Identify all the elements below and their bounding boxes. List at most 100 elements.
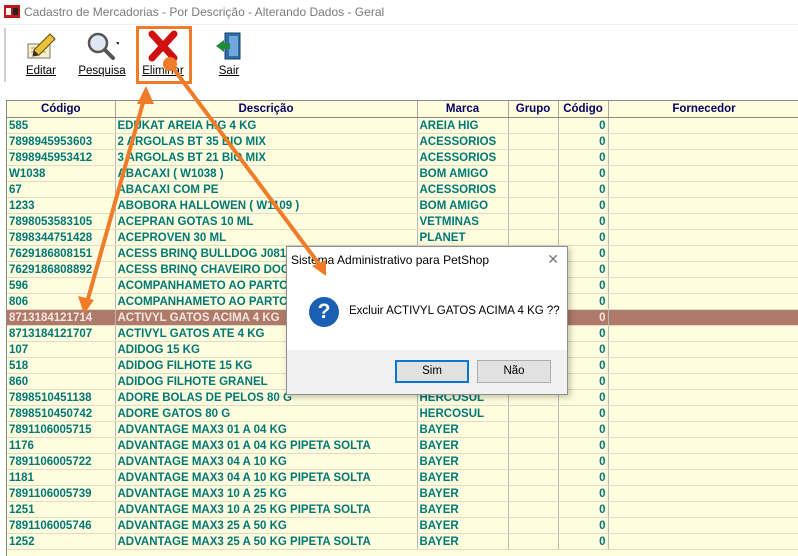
cell-fornecedor (608, 309, 798, 326)
cell-cod2: 0 (558, 181, 609, 198)
cell-fornecedor (608, 197, 798, 214)
cell-grupo (508, 117, 559, 134)
table-row[interactable]: 585 EDUKAT AREIA HIG 4 KG AREIA HIG 0 (7, 117, 798, 134)
cell-marca: HERCOSUL (417, 405, 509, 422)
cell-marca: ACESSORIOS (417, 149, 509, 166)
col-header-codigo-2[interactable]: Código (558, 101, 609, 118)
cell-grupo (508, 485, 559, 502)
table-row[interactable]: 1233 ABOBORA HALLOWEN ( W1109 ) BOM AMIGO 0 (7, 197, 798, 214)
cell-marca: AREIA HIG (417, 117, 509, 134)
table-row[interactable]: 67 ABACAXI COM PE ACESSORIOS 0 (7, 181, 798, 198)
cell-fornecedor (608, 277, 798, 294)
cell-fornecedor (608, 325, 798, 342)
cell-marca: PLANET (417, 229, 509, 246)
cell-codigo: 1176 (7, 437, 116, 454)
dialog-title: Sistema Administrativo para PetShop (291, 253, 490, 267)
dialog-title-bar: Sistema Administrativo para PetShop ✕ (287, 247, 567, 273)
pesquisa-button[interactable]: Pesquisa (74, 28, 130, 82)
edit-pencil-icon (27, 33, 56, 59)
cell-grupo (508, 469, 559, 486)
col-header-descricao[interactable]: Descrição (115, 101, 418, 118)
grid-header-row: Código Descrição Marca Grupo Código Forn… (7, 101, 798, 118)
cell-marca: BAYER (417, 501, 509, 518)
cell-descricao: ADVANTAGE MAX3 04 A 10 KG (115, 453, 418, 470)
editar-button[interactable]: Editar (16, 28, 66, 82)
cell-grupo (508, 133, 559, 150)
cell-fornecedor (608, 421, 798, 438)
cell-marca: ACESSORIOS (417, 181, 509, 198)
table-row[interactable]: 1251 ADVANTAGE MAX3 10 A 25 KG PIPETA SOL… (7, 501, 798, 518)
table-row[interactable]: 1176 ADVANTAGE MAX3 01 A 04 KG PIPETA SOL… (7, 437, 798, 454)
cell-codigo: 7629186808151 (7, 245, 116, 262)
table-row[interactable]: 1252 ADVANTAGE MAX3 25 A 50 KG PIPETA SOL… (7, 533, 798, 550)
cell-marca: BAYER (417, 421, 509, 438)
cell-cod2: 0 (558, 517, 609, 534)
cell-codigo: 1233 (7, 197, 116, 214)
cell-descricao: ADORE GATOS 80 G (115, 405, 418, 422)
cell-grupo (508, 421, 559, 438)
cell-grupo (508, 149, 559, 166)
table-row[interactable]: 7891106005715 ADVANTAGE MAX3 01 A 04 KG BA… (7, 421, 798, 438)
table-row[interactable]: 7898053583105 ACEPRAN GOTAS 10 ML VETMINAS… (7, 213, 798, 230)
col-header-marca[interactable]: Marca (417, 101, 509, 118)
cell-descricao: ABOBORA HALLOWEN ( W1109 ) (115, 197, 418, 214)
table-row[interactable]: 7891106005739 ADVANTAGE MAX3 10 A 25 KG BA… (7, 485, 798, 502)
col-header-codigo[interactable]: Código (7, 101, 116, 118)
close-icon[interactable]: ✕ (547, 251, 559, 268)
table-row[interactable]: 7891106005746 ADVANTAGE MAX3 25 A 50 KG BA… (7, 517, 798, 534)
table-row[interactable]: 7898344751428 ACEPROVEN 30 ML PLANET 0 (7, 229, 798, 246)
cell-codigo: 585 (7, 117, 116, 134)
cell-cod2: 0 (558, 117, 609, 134)
cell-cod2: 0 (558, 149, 609, 166)
cell-fornecedor (608, 373, 798, 390)
cell-codigo: 1181 (7, 469, 116, 486)
nao-button[interactable]: Não (477, 360, 551, 383)
col-header-fornecedor[interactable]: Fornecedor (608, 101, 798, 118)
cell-descricao: ADVANTAGE MAX3 25 A 50 KG (115, 517, 418, 534)
confirm-dialog: Sistema Administrativo para PetShop ✕ ? … (286, 246, 568, 395)
cell-marca: BOM AMIGO (417, 165, 509, 182)
cell-codigo: 806 (7, 293, 116, 310)
cell-marca: BAYER (417, 517, 509, 534)
table-row[interactable]: 1181 ADVANTAGE MAX3 04 A 10 KG PIPETA SOL… (7, 469, 798, 486)
col-header-grupo[interactable]: Grupo (508, 101, 559, 118)
cell-descricao: ACEPROVEN 30 ML (115, 229, 418, 246)
cell-descricao: ABACAXI ( W1038 ) (115, 165, 418, 182)
cell-codigo: 7898510450742 (7, 405, 116, 422)
cell-fornecedor (608, 357, 798, 374)
cell-descricao: ABACAXI COM PE (115, 181, 418, 198)
cell-fornecedor (608, 469, 798, 486)
cell-codigo: 7898945953412 (7, 149, 116, 166)
table-row[interactable]: 7891106005722 ADVANTAGE MAX3 04 A 10 KG BA… (7, 453, 798, 470)
cell-codigo: 7629186808892 (7, 261, 116, 278)
cell-grupo (508, 229, 559, 246)
cell-cod2: 0 (558, 485, 609, 502)
cell-descricao: EDUKAT AREIA HIG 4 KG (115, 117, 418, 134)
cell-fornecedor (608, 389, 798, 406)
cell-fornecedor (608, 213, 798, 230)
cell-grupo (508, 181, 559, 198)
cell-cod2: 0 (558, 165, 609, 182)
magnifier-icon (87, 32, 119, 60)
cell-codigo: 7898053583105 (7, 213, 116, 230)
table-row[interactable]: 7898945953412 3 ARGOLAS BT 21 BIO MIX ACES… (7, 149, 798, 166)
cell-codigo: 107 (7, 341, 116, 358)
toolbar-grip[interactable] (4, 28, 6, 82)
sair-button[interactable]: Sair (206, 28, 252, 82)
cell-codigo: 7891106005746 (7, 517, 116, 534)
cell-marca: BAYER (417, 485, 509, 502)
table-row[interactable]: 7898945953603 2 ARGOLAS BT 35 BIO MIX ACES… (7, 133, 798, 150)
cell-marca: BAYER (417, 533, 509, 550)
cell-descricao: ACEPRAN GOTAS 10 ML (115, 213, 418, 230)
cell-fornecedor (608, 341, 798, 358)
cell-codigo: W1038 (7, 165, 116, 182)
cell-cod2: 0 (558, 453, 609, 470)
cell-codigo: 1251 (7, 501, 116, 518)
cell-fornecedor (608, 229, 798, 246)
cell-grupo (508, 213, 559, 230)
cell-fornecedor (608, 501, 798, 518)
table-row[interactable]: W1038 ABACAXI ( W1038 ) BOM AMIGO 0 (7, 165, 798, 182)
sim-button[interactable]: Sim (395, 360, 469, 383)
table-row[interactable]: 7898510450742 ADORE GATOS 80 G HERCOSUL 0 (7, 405, 798, 422)
cell-descricao: 2 ARGOLAS BT 35 BIO MIX (115, 133, 418, 150)
